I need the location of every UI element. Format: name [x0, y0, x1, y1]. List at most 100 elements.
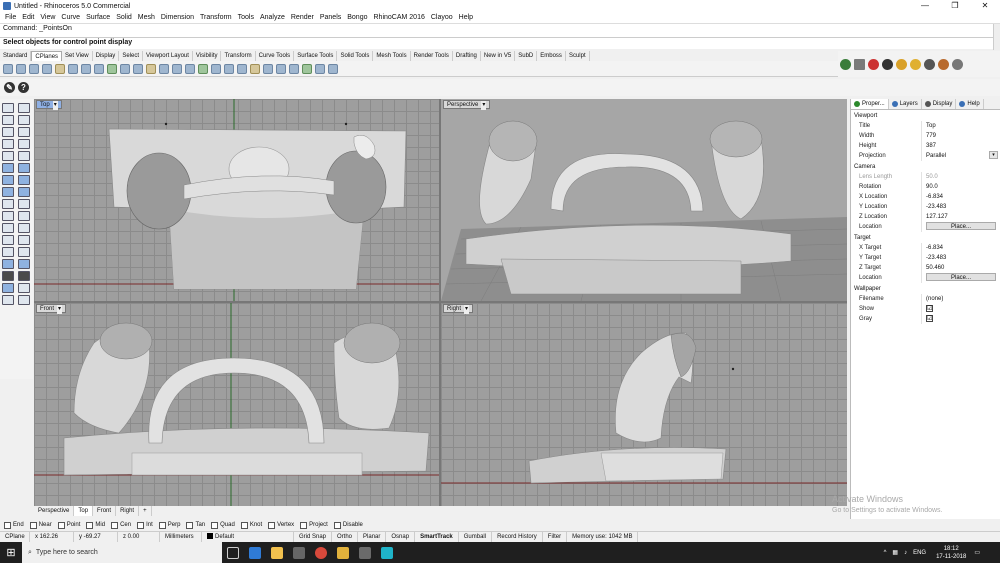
cplane-icon[interactable] — [3, 63, 13, 74]
checkbox[interactable] — [211, 521, 219, 529]
folder-icon[interactable] — [332, 542, 354, 563]
viewport-perspective[interactable]: Perspective ▾ — [441, 99, 847, 301]
toggle-grid-snap[interactable]: Grid Snap — [294, 531, 333, 543]
vtab-front[interactable]: Front — [93, 506, 117, 516]
tab-properties[interactable]: Proper... — [851, 99, 889, 109]
cplane-prev-icon[interactable] — [172, 63, 182, 74]
menu-bongo[interactable]: Bongo — [344, 12, 370, 23]
control-points-icon[interactable] — [2, 259, 14, 269]
close-button[interactable]: ✕ — [970, 0, 1000, 12]
tab-emboss[interactable]: Emboss — [537, 51, 566, 61]
tab-surface-tools[interactable]: Surface Tools — [294, 51, 338, 61]
scale-icon[interactable] — [2, 235, 14, 245]
tab-viewport-layout[interactable]: Viewport Layout — [143, 51, 193, 61]
viewport-front-label[interactable]: Front ▾ — [36, 304, 67, 314]
array-icon[interactable] — [2, 271, 14, 281]
checkbox[interactable] — [29, 521, 37, 529]
cplane-redo-icon[interactable] — [289, 63, 299, 74]
cplane-surface-icon[interactable] — [133, 63, 143, 74]
prop-z-target-value[interactable]: 50.460 — [921, 263, 1000, 273]
osnap-project[interactable]: Project — [300, 521, 328, 529]
command-area[interactable]: Command: _PointsOn Select objects for co… — [0, 23, 1000, 50]
cplane-curve-icon[interactable] — [120, 63, 130, 74]
material-sphere-icon[interactable] — [938, 58, 949, 70]
edge-browser-icon[interactable] — [244, 542, 266, 563]
prop-y-target-value[interactable]: -23.483 — [921, 253, 1000, 263]
cplane-perpendicular-icon[interactable] — [237, 63, 247, 74]
menu-tools[interactable]: Tools — [235, 12, 257, 23]
vtab-perspective[interactable]: Perspective — [34, 506, 75, 516]
target-place-button[interactable]: Place... — [926, 273, 996, 281]
split-icon[interactable] — [2, 211, 14, 221]
tab-curve-tools[interactable]: Curve Tools — [256, 51, 295, 61]
app-taskbar-icon[interactable] — [376, 542, 398, 563]
store-icon[interactable] — [288, 542, 310, 563]
viewport-right[interactable]: Right ▾ — [441, 303, 847, 506]
edit-points-icon[interactable] — [18, 259, 30, 269]
task-view-icon[interactable] — [222, 542, 244, 563]
menu-mesh[interactable]: Mesh — [135, 12, 158, 23]
add-viewport-tab-button[interactable]: + — [139, 506, 152, 516]
checkbox[interactable] — [268, 521, 276, 529]
mirror-icon[interactable] — [18, 235, 30, 245]
osnap-int[interactable]: Int — [137, 521, 153, 529]
surface-icon[interactable] — [2, 163, 14, 173]
osnap-end[interactable]: End — [4, 521, 24, 529]
chevron-down-icon[interactable]: ▾ — [481, 101, 487, 110]
toggle-smarttrack[interactable]: SmartTrack — [415, 531, 459, 543]
cplane-set-all-icon[interactable] — [263, 63, 273, 74]
menu-solid[interactable]: Solid — [113, 12, 135, 23]
tab-drafting[interactable]: Drafting — [453, 51, 481, 61]
tab-display[interactable]: Display — [922, 99, 957, 109]
checkbox[interactable] — [186, 521, 194, 529]
osnap-quad[interactable]: Quad — [211, 521, 235, 529]
tab-cplanes[interactable]: CPlanes — [31, 51, 63, 61]
menu-panels[interactable]: Panels — [317, 12, 344, 23]
toggle-record-history[interactable]: Record History — [492, 531, 543, 543]
menu-transform[interactable]: Transform — [197, 12, 235, 23]
curve-icon[interactable] — [18, 115, 30, 125]
cplane-front-icon[interactable] — [29, 63, 39, 74]
toggle-ortho[interactable]: Ortho — [332, 531, 359, 543]
light-bulb-icon[interactable] — [910, 58, 921, 70]
prop-height-value[interactable]: 387 — [921, 141, 1000, 151]
checkbox[interactable] — [86, 521, 94, 529]
tab-solid-tools[interactable]: Solid Tools — [337, 51, 374, 61]
menu-file[interactable]: File — [2, 12, 19, 23]
layer-icon[interactable] — [2, 295, 14, 305]
cplane-z-axis-icon[interactable] — [211, 63, 221, 74]
group-icon[interactable] — [18, 271, 30, 281]
circle-icon[interactable] — [2, 127, 14, 137]
rotate-icon[interactable] — [18, 223, 30, 233]
volume-icon[interactable]: ♪ — [904, 550, 907, 556]
tab-help[interactable]: Help — [956, 99, 984, 109]
render-icon[interactable] — [2, 283, 14, 293]
cplane-restore-icon[interactable] — [315, 63, 325, 74]
menu-analyze[interactable]: Analyze — [257, 12, 288, 23]
wallpaper-filename-value[interactable]: (none) — [921, 294, 1000, 304]
checkbox[interactable] — [333, 521, 341, 529]
text-icon[interactable] — [2, 247, 14, 257]
checkbox[interactable] — [4, 521, 11, 529]
status-units[interactable]: Millimeters — [160, 531, 202, 543]
chrome-icon[interactable] — [310, 542, 332, 563]
cplane-through-icon[interactable] — [250, 63, 260, 74]
cplane-3point-icon[interactable] — [107, 63, 117, 74]
checkbox[interactable] — [240, 521, 248, 529]
cplane-next-icon[interactable] — [185, 63, 195, 74]
chevron-down-icon[interactable]: ▾ — [989, 151, 998, 159]
cplane-x-axis-icon[interactable] — [224, 63, 234, 74]
checkbox[interactable] — [57, 521, 65, 529]
vtab-top[interactable]: Top — [74, 506, 94, 516]
tab-sculpt[interactable]: Sculpt — [566, 51, 590, 61]
windows-start-icon[interactable]: ⊞ — [0, 542, 22, 563]
osnap-knot[interactable]: Knot — [240, 521, 262, 529]
osnap-cen[interactable]: Cen — [111, 521, 131, 529]
ellipse-icon[interactable] — [2, 139, 14, 149]
osnap-perp[interactable]: Perp — [158, 521, 180, 529]
point-icon[interactable] — [18, 103, 30, 113]
cplane-rotate-icon[interactable] — [68, 63, 78, 74]
menu-clayoo[interactable]: Clayoo — [428, 12, 456, 23]
rhino-taskbar-icon[interactable] — [354, 542, 376, 563]
taskbar-search-input[interactable]: ⌕ Type here to search — [22, 542, 222, 563]
